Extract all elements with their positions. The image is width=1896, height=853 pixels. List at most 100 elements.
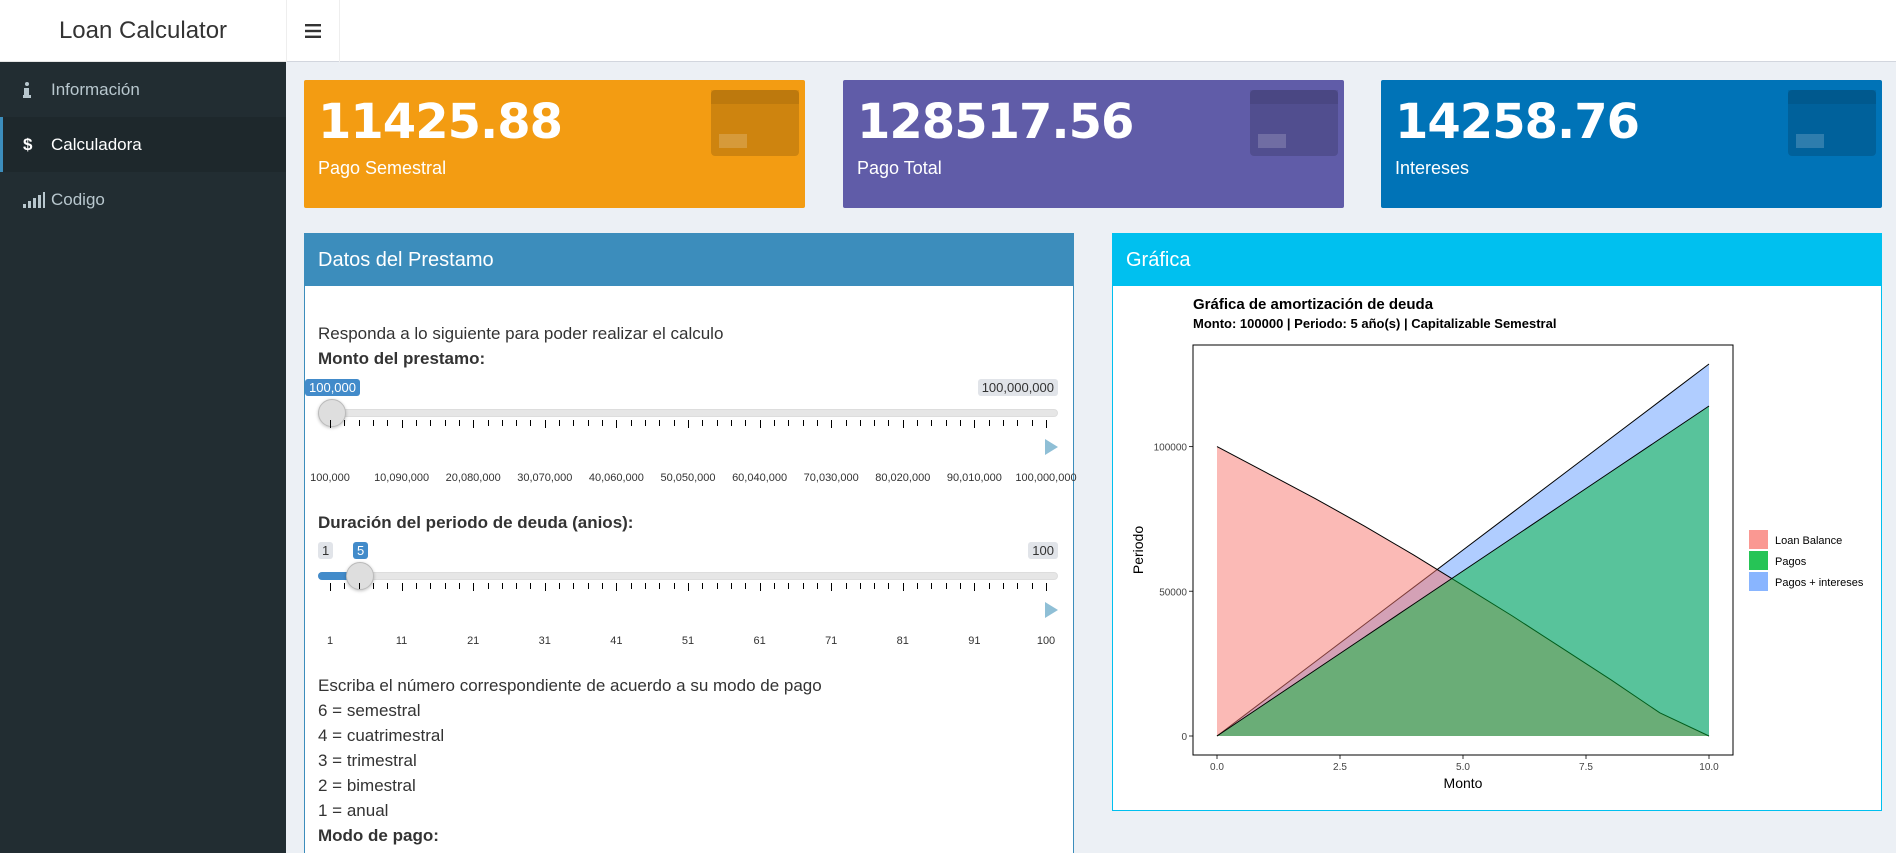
slider-minor-tick bbox=[602, 583, 604, 589]
y-tick-label: 0 bbox=[1181, 732, 1187, 743]
loan-data-box-title: Datos del Prestamo bbox=[305, 234, 1073, 286]
form-intro: Responda a lo siguiente para poder reali… bbox=[318, 324, 724, 343]
monto-label: Monto del prestamo: bbox=[318, 349, 486, 368]
slider-minor-tick bbox=[888, 583, 890, 589]
slider-minor-tick bbox=[945, 583, 947, 589]
slider-major-tick bbox=[902, 583, 904, 591]
slider-minor-tick bbox=[587, 583, 589, 589]
slider-minor-tick bbox=[415, 583, 417, 589]
slider-track[interactable] bbox=[318, 572, 1058, 580]
slider-track[interactable] bbox=[318, 409, 1058, 417]
x-tick-label: 10.0 bbox=[1699, 762, 1719, 773]
legend-label: Pagos bbox=[1775, 556, 1807, 568]
slider-ticks: 1 11 21 31 41 51 61 71 81 91 100 bbox=[327, 583, 1055, 647]
play-arrow-icon[interactable] bbox=[1045, 439, 1058, 455]
value-box-number: 128517.56 bbox=[857, 94, 1134, 150]
slider-minor-tick bbox=[745, 420, 747, 426]
slider-max-tag: 100 bbox=[1028, 542, 1058, 559]
slider-major-tick bbox=[974, 583, 976, 591]
slider-minor-tick bbox=[730, 583, 732, 589]
slider-minor-tick bbox=[516, 583, 518, 589]
top-navbar bbox=[286, 0, 1896, 62]
slider-minor-tick bbox=[1017, 420, 1019, 426]
slider-minor-tick bbox=[673, 583, 675, 589]
slider-major-tick bbox=[616, 420, 618, 428]
sidebar-item-label: Calculadora bbox=[51, 134, 142, 154]
slider-tick-label: 81 bbox=[896, 635, 909, 647]
slider-major-tick bbox=[759, 583, 761, 591]
slider-major-tick bbox=[473, 420, 475, 428]
slider-minor-tick bbox=[745, 583, 747, 589]
slider-minor-tick bbox=[559, 420, 561, 426]
legend-swatch bbox=[1749, 551, 1768, 570]
monto-slider[interactable]: 100,000 100,000,000 100,000 10,090,000 20,… bbox=[305, 379, 1077, 484]
modo-option: 6 = semestral bbox=[318, 701, 421, 720]
slider-minor-tick bbox=[1031, 583, 1033, 589]
slider-major-tick bbox=[330, 420, 331, 428]
slider-tick-label: 10,090,000 bbox=[374, 472, 430, 484]
slider-minor-tick bbox=[372, 583, 374, 589]
slider-minor-tick bbox=[730, 420, 732, 426]
slider-major-tick bbox=[544, 420, 546, 428]
slider-minor-tick bbox=[458, 420, 460, 426]
slider-minor-tick bbox=[802, 583, 804, 589]
slider-tick-label: 21 bbox=[467, 635, 480, 647]
slider-minor-tick bbox=[702, 583, 704, 589]
play-arrow-icon[interactable] bbox=[1045, 602, 1058, 618]
slider-tick-label: 11 bbox=[395, 635, 408, 647]
slider-minor-tick bbox=[387, 583, 389, 589]
legend-label: Pagos + intereses bbox=[1775, 577, 1864, 589]
slider-minor-tick bbox=[960, 420, 962, 426]
app-title[interactable]: Loan Calculator bbox=[0, 0, 286, 62]
slider-minor-tick bbox=[788, 420, 790, 426]
slider-tick-label: 90,010,000 bbox=[946, 472, 1002, 484]
slider-minor-tick bbox=[931, 583, 933, 589]
slider-minor-tick bbox=[372, 420, 374, 426]
modo-option: 4 = cuatrimestral bbox=[318, 726, 445, 745]
value-box-label: Intereses bbox=[1395, 158, 1470, 178]
slider-minor-tick bbox=[659, 583, 661, 589]
value-box-number: 14258.76 bbox=[1395, 94, 1640, 150]
slider-major-tick bbox=[974, 420, 976, 428]
credit-card-icon bbox=[1250, 90, 1338, 156]
credit-card-icon bbox=[711, 90, 799, 156]
sidebar-item-label: Codigo bbox=[51, 189, 105, 209]
value-box-number: 11425.88 bbox=[318, 94, 563, 150]
slider-tick-label: 61 bbox=[753, 635, 766, 647]
value-box-label: Pago Total bbox=[857, 158, 942, 178]
sidebar-item-calculadora[interactable]: $ Calculadora bbox=[0, 117, 286, 172]
slider-tick-label: 41 bbox=[610, 635, 623, 647]
slider-tick-label: 50,050,000 bbox=[660, 472, 716, 484]
slider-minor-tick bbox=[645, 420, 647, 426]
slider-minor-tick bbox=[773, 420, 775, 426]
chart-box-title: Gráfica bbox=[1113, 234, 1881, 286]
slider-minor-tick bbox=[358, 583, 360, 589]
slider-minor-tick bbox=[845, 583, 847, 589]
amortization-chart: Gráfica de amortización de deuda Monto: … bbox=[1130, 296, 1864, 791]
slider-major-tick bbox=[831, 420, 833, 428]
sidebar: Información $ Calculadora Codigo bbox=[0, 62, 286, 853]
slider-minor-tick bbox=[1003, 583, 1005, 589]
slider-minor-tick bbox=[516, 420, 518, 426]
slider-major-tick bbox=[688, 420, 689, 428]
loan-data-box: Datos del Prestamo Responda a lo siguien… bbox=[304, 233, 1077, 853]
duracion-slider[interactable]: 1 5 100 1 11 21 31 41 51 61 71 81 91 100 bbox=[318, 542, 1058, 647]
slider-major-tick bbox=[688, 583, 689, 591]
hamburger-icon[interactable] bbox=[286, 0, 340, 62]
slider-tick-label: 1 bbox=[326, 635, 334, 647]
slider-minor-tick bbox=[344, 583, 346, 589]
slider-tick-label: 31 bbox=[538, 635, 551, 647]
sidebar-item-informacion[interactable]: Información bbox=[0, 62, 286, 117]
sidebar-item-codigo[interactable]: Codigo bbox=[0, 172, 286, 227]
slider-ticks: 100,000 10,090,000 20,080,000 30,070,000 40,… bbox=[310, 420, 1077, 484]
chart-title: Gráfica de amortización de deuda bbox=[1193, 296, 1434, 313]
slider-minor-tick bbox=[1017, 583, 1019, 589]
info-icon bbox=[23, 81, 51, 98]
slider-tick-label: 40,060,000 bbox=[588, 472, 644, 484]
y-tick-label: 50000 bbox=[1159, 587, 1187, 598]
legend-swatch bbox=[1749, 530, 1768, 549]
slider-major-tick bbox=[401, 583, 403, 591]
slider-minor-tick bbox=[430, 583, 432, 589]
y-tick-label: 100000 bbox=[1154, 443, 1188, 454]
modo-intro: Escriba el número correspondiente de acu… bbox=[318, 676, 822, 695]
